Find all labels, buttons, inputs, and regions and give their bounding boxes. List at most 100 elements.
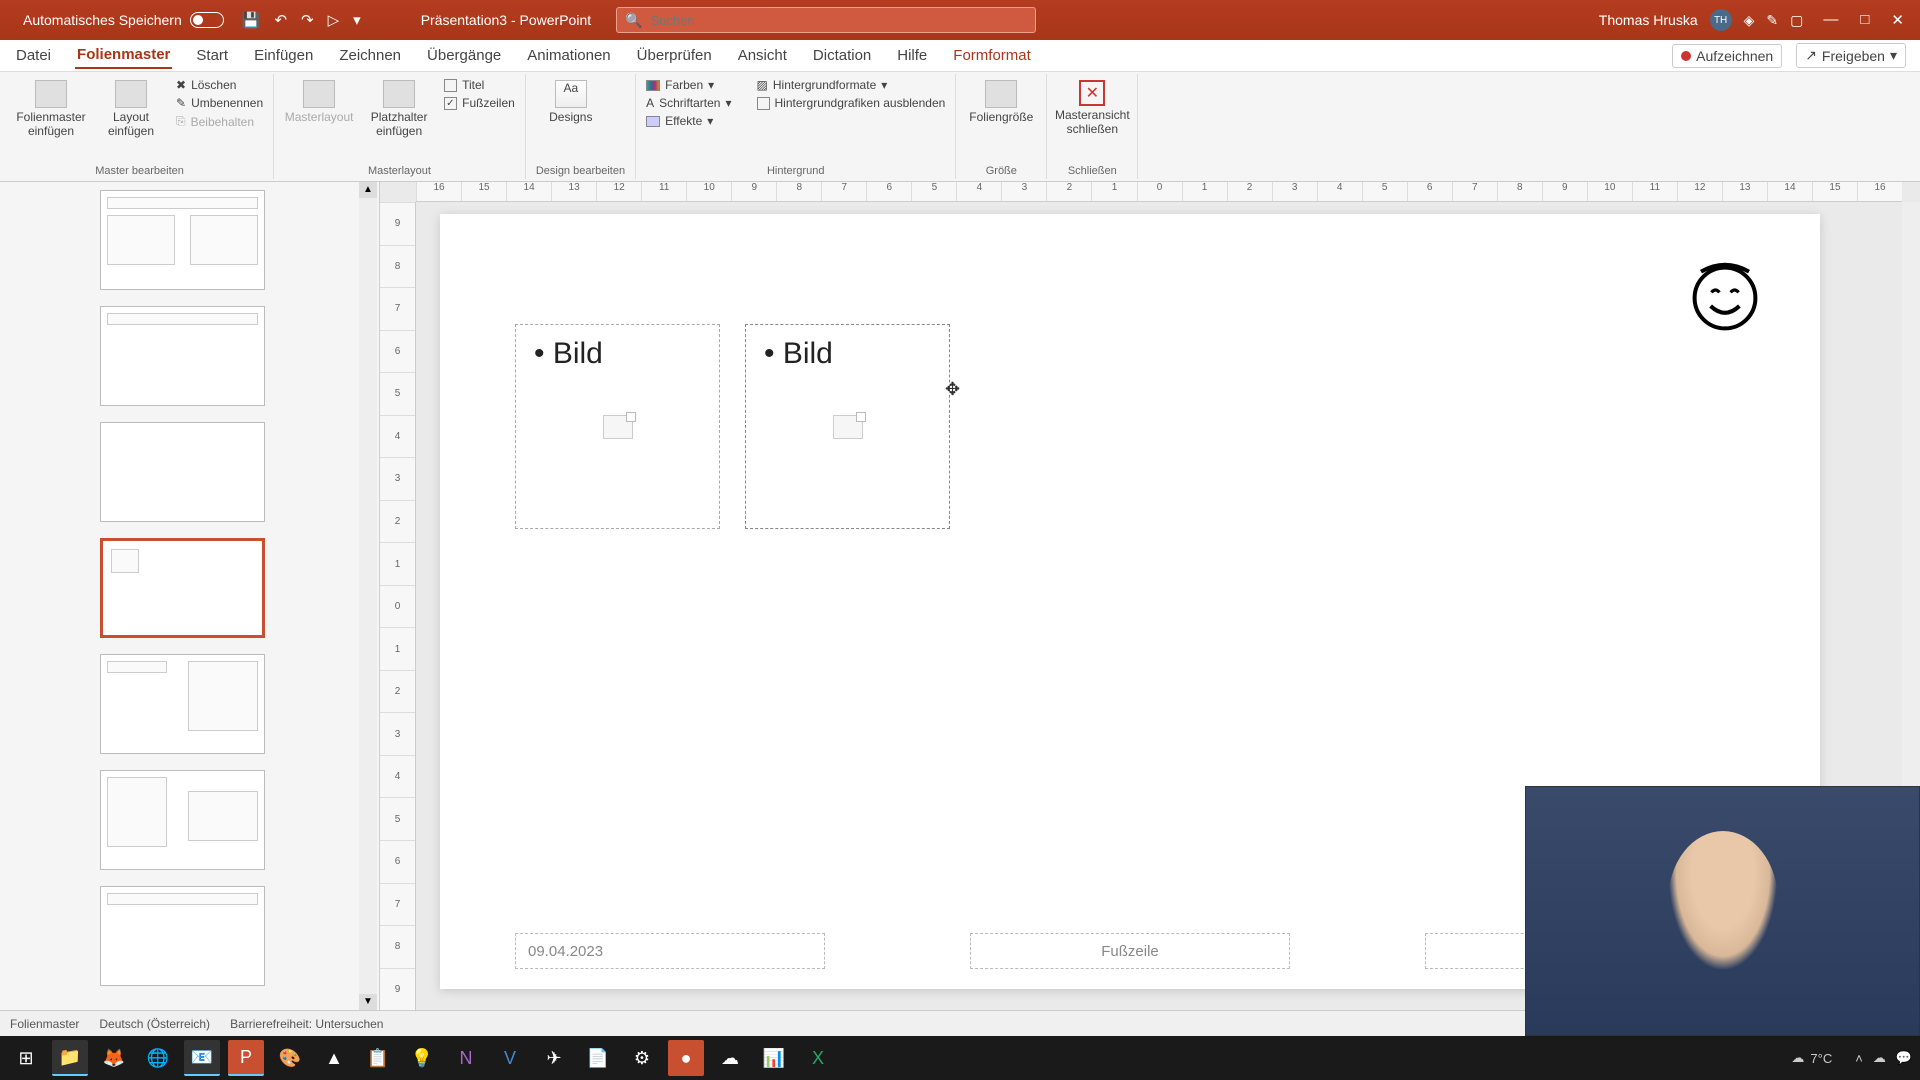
app-icon-8[interactable]: 📊 [756, 1040, 792, 1076]
app-icon-3[interactable]: 💡 [404, 1040, 440, 1076]
effects-button[interactable]: Effekte ▾ [646, 114, 731, 128]
footers-checkbox[interactable]: Fußzeilen [444, 96, 515, 110]
close-button[interactable]: ✕ [1891, 11, 1904, 29]
undo-icon[interactable]: ↶ [274, 11, 287, 29]
vertical-ruler[interactable]: 9876543210123456789 [380, 202, 416, 1010]
app-icon-4[interactable]: 📄 [580, 1040, 616, 1076]
window-mode-icon[interactable]: ▢ [1790, 12, 1803, 29]
layout-thumbnail-7[interactable] [100, 886, 265, 986]
insert-layout-button[interactable]: Layout einfügen [96, 76, 166, 138]
ribbon-group-master-bearbeiten: Folienmaster einfügen Layout einfügen ✖L… [6, 74, 274, 179]
tab-dictation[interactable]: Dictation [811, 43, 873, 68]
visual-studio-icon[interactable]: V [492, 1040, 528, 1076]
share-button[interactable]: ↗ Freigeben ▾ [1796, 43, 1906, 68]
status-accessibility[interactable]: Barrierefreiheit: Untersuchen [230, 1017, 383, 1031]
file-explorer-icon[interactable]: 📁 [52, 1040, 88, 1076]
powerpoint-icon[interactable]: P [228, 1040, 264, 1076]
rename-button[interactable]: ✎Umbenennen [176, 96, 263, 110]
system-tray[interactable]: ˄ ☁ 💬 [1855, 1050, 1912, 1066]
chrome-icon[interactable]: 🌐 [140, 1040, 176, 1076]
tab-hilfe[interactable]: Hilfe [895, 43, 929, 68]
pen-icon[interactable]: ✎ [1766, 12, 1778, 29]
picture-placeholder-2-selected[interactable]: Bild [745, 324, 950, 529]
close-master-view-button[interactable]: ✕ Masteransicht schließen [1057, 76, 1127, 136]
user-avatar[interactable]: TH [1710, 9, 1732, 31]
horizontal-ruler[interactable]: 1615141312111098765432101234567891011121… [416, 182, 1902, 202]
tab-ansicht[interactable]: Ansicht [736, 43, 789, 68]
app-icon[interactable]: 🎨 [272, 1040, 308, 1076]
record-button[interactable]: Aufzeichnen [1672, 44, 1782, 68]
status-language[interactable]: Deutsch (Österreich) [99, 1017, 210, 1031]
colors-button[interactable]: Farben ▾ [646, 78, 731, 92]
tab-start[interactable]: Start [194, 43, 230, 68]
record-icon [1681, 51, 1691, 61]
tab-einfuegen[interactable]: Einfügen [252, 43, 315, 68]
tab-formformat[interactable]: Formformat [951, 43, 1033, 68]
tab-ueberpruefen[interactable]: Überprüfen [635, 43, 714, 68]
tab-zeichnen[interactable]: Zeichnen [337, 43, 403, 68]
picture-icon[interactable] [603, 415, 633, 439]
thumbnail-pane[interactable]: ▲ ▼ [0, 182, 380, 1010]
slide-size-button[interactable]: Foliengröße [966, 76, 1036, 124]
app-icon-2[interactable]: 📋 [360, 1040, 396, 1076]
telegram-icon[interactable]: ✈ [536, 1040, 572, 1076]
maximize-button[interactable]: □ [1860, 11, 1869, 29]
preserve-icon: ⎘ [176, 114, 186, 129]
temperature: 7°C [1810, 1051, 1832, 1066]
scroll-down-icon[interactable]: ▼ [359, 994, 377, 1010]
title-bar: Automatisches Speichern 💾 ↶ ↷ ▷ ▾ Präsen… [0, 0, 1920, 40]
layout-thumbnail-6[interactable] [100, 770, 265, 870]
outlook-icon[interactable]: 📧 [184, 1040, 220, 1076]
app-icon-5[interactable]: ⚙ [624, 1040, 660, 1076]
redo-icon[interactable]: ↷ [301, 11, 314, 29]
diamond-icon[interactable]: ◈ [1744, 12, 1755, 29]
picture-icon[interactable] [833, 415, 863, 439]
start-button[interactable]: ⊞ [8, 1040, 44, 1076]
tab-folienmaster[interactable]: Folienmaster [75, 42, 172, 69]
smiley-graphic[interactable] [1685, 254, 1765, 334]
user-area: Thomas Hruska TH ◈ ✎ ▢ [1599, 9, 1804, 31]
search-box[interactable]: 🔍 [616, 7, 1036, 33]
minimize-button[interactable]: — [1823, 11, 1838, 29]
onenote-icon[interactable]: N [448, 1040, 484, 1076]
status-view[interactable]: Folienmaster [10, 1017, 79, 1031]
date-placeholder[interactable]: 09.04.2023 [515, 933, 825, 969]
firefox-icon[interactable]: 🦊 [96, 1040, 132, 1076]
tab-animationen[interactable]: Animationen [525, 43, 612, 68]
footer-placeholder[interactable]: Fußzeile [970, 933, 1290, 969]
app-icon-6-active[interactable]: ● [668, 1040, 704, 1076]
tab-datei[interactable]: Datei [14, 43, 53, 68]
picture-placeholder-1[interactable]: Bild [515, 324, 720, 529]
scroll-up-icon[interactable]: ▲ [359, 182, 377, 198]
weather-widget[interactable]: ☁ 7°C [1791, 1050, 1832, 1066]
vlc-icon[interactable]: ▲ [316, 1040, 352, 1076]
save-icon[interactable]: 💾 [242, 11, 261, 29]
app-icon-7[interactable]: ☁ [712, 1040, 748, 1076]
insert-placeholder-button[interactable]: Platzhalter einfügen [364, 76, 434, 138]
fonts-button[interactable]: ASchriftarten ▾ [646, 96, 731, 110]
delete-button[interactable]: ✖Löschen [176, 78, 263, 92]
layout-thumbnail-1[interactable] [100, 190, 265, 290]
title-checkbox[interactable]: Titel [444, 78, 515, 92]
start-from-beginning-icon[interactable]: ▷ [328, 11, 340, 29]
background-styles-button[interactable]: ▨Hintergrundformate ▾ [757, 78, 946, 92]
themes-button[interactable]: Aa Designs [536, 76, 606, 124]
user-name[interactable]: Thomas Hruska [1599, 12, 1698, 28]
hide-bg-graphics-checkbox[interactable]: Hintergrundgrafiken ausblenden [757, 96, 946, 110]
layout-thumbnail-3[interactable] [100, 422, 265, 522]
thumbnail-scrollbar[interactable]: ▲ ▼ [359, 182, 377, 1010]
preserve-button: ⎘Beibehalten [176, 114, 263, 129]
layout-thumbnail-2[interactable] [100, 306, 265, 406]
autosave-toggle[interactable] [190, 12, 224, 28]
search-input[interactable] [651, 13, 1028, 28]
layout-thumbnail-5[interactable] [100, 654, 265, 754]
tray-icon[interactable]: 💬 [1896, 1050, 1912, 1066]
tab-uebergaenge[interactable]: Übergänge [425, 43, 503, 68]
layout-thumbnail-4-selected[interactable] [100, 538, 265, 638]
tray-icon[interactable]: ☁ [1873, 1050, 1886, 1066]
excel-icon[interactable]: X [800, 1040, 836, 1076]
tray-chevron-icon[interactable]: ˄ [1855, 1051, 1863, 1066]
insert-slide-master-button[interactable]: Folienmaster einfügen [16, 76, 86, 138]
share-icon: ↗ [1805, 47, 1817, 64]
qat-more-icon[interactable]: ▾ [353, 11, 361, 29]
